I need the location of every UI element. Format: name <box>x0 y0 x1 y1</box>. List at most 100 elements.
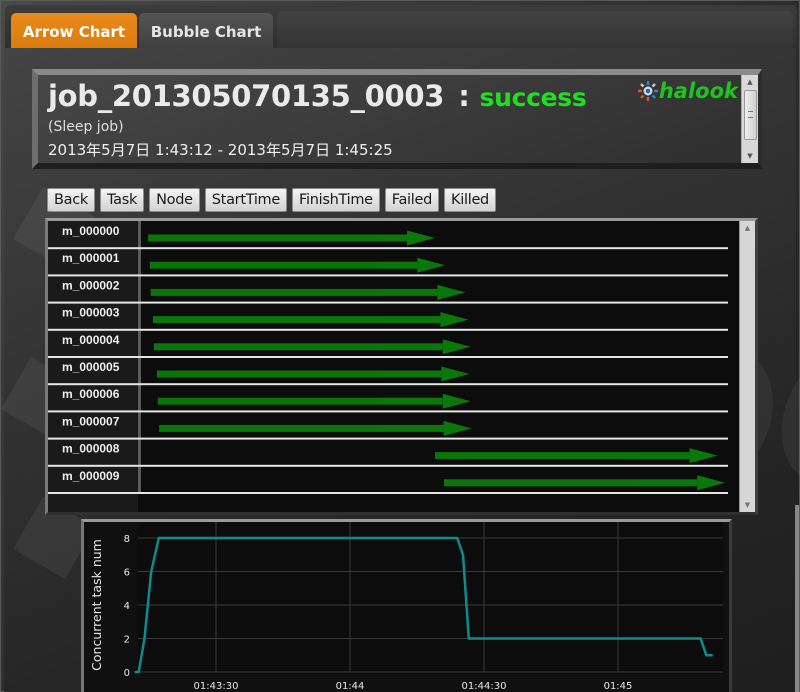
data-point <box>710 654 713 657</box>
tab-bubble-chart[interactable]: Bubble Chart <box>139 13 273 51</box>
arrow-shaft <box>159 424 444 432</box>
sort-finishtime-button[interactable]: FinishTime <box>292 188 380 212</box>
task-arrow <box>152 312 469 328</box>
data-point <box>456 536 459 540</box>
task-label: m_000006 <box>62 387 120 401</box>
task-label: m_000005 <box>62 360 120 374</box>
task-arrow <box>443 475 726 491</box>
row-separator <box>48 301 728 304</box>
arrow-head <box>437 284 466 300</box>
arrow-chart-canvas: m_000000 m_000001 m_000002 m_000003 m_000004… <box>48 221 728 512</box>
row-separator <box>48 464 728 467</box>
job-header-panel: job_201305070135_0003: success (Sleep job… <box>38 75 742 163</box>
scroll-up-arrow-icon[interactable]: ▲ <box>740 221 755 235</box>
task-label: m_000007 <box>62 414 120 428</box>
row-separator <box>48 383 728 386</box>
row-separator <box>48 437 728 440</box>
row-separator <box>48 356 728 358</box>
scroll-down-arrow-icon[interactable]: ▼ <box>740 498 755 512</box>
data-point <box>157 536 161 540</box>
job-status: success <box>479 83 587 112</box>
job-title: job_201305070135_0003: success <box>48 79 587 113</box>
task-arrow <box>156 366 470 382</box>
gear-eye-icon <box>637 81 658 101</box>
sort-task-button[interactable]: Task <box>100 188 145 212</box>
arrow-shaft <box>157 397 443 405</box>
row-separator <box>48 247 728 250</box>
back-button[interactable]: Back <box>47 188 96 212</box>
tab-bar: Arrow Chart Bubble Chart <box>5 5 797 53</box>
window-edge <box>795 505 799 692</box>
halook-logo: halook <box>637 79 738 103</box>
arrow-shaft <box>152 316 441 324</box>
arrow-chart: m_000000 m_000001 m_000002 m_000003 m_000004… <box>45 218 758 515</box>
tab-arrow-chart[interactable]: Arrow Chart <box>11 13 137 51</box>
data-point <box>705 654 708 657</box>
arrow-shaft <box>149 261 418 269</box>
job-header: job_201305070135_0003: success (Sleep job… <box>32 69 762 169</box>
task-arrow <box>148 230 435 246</box>
task-arrow <box>157 393 471 409</box>
row-separator <box>48 274 728 277</box>
arrow-head <box>697 475 726 491</box>
grip-icon <box>748 111 753 118</box>
task-label: m_000003 <box>62 306 120 320</box>
filter-killed-button[interactable]: Killed <box>444 188 496 212</box>
arrow-shaft <box>150 288 438 296</box>
task-arrow <box>153 339 471 355</box>
task-label: m_000008 <box>62 442 120 456</box>
sort-starttime-button[interactable]: StartTime <box>204 188 287 212</box>
x-tick-label: 01:44:30 <box>462 681 507 692</box>
x-tick-label: 01:44 <box>336 681 365 692</box>
header-scrollbar[interactable]: ▲ ▼ <box>741 75 758 163</box>
row-separator <box>48 328 728 331</box>
scroll-up-arrow-icon[interactable]: ▲ <box>742 75 758 89</box>
scrollbar-thumb[interactable] <box>744 90 757 140</box>
y-tick-label: 8 <box>124 534 130 545</box>
data-point <box>699 637 702 640</box>
arrow-shaft <box>153 343 443 351</box>
sort-node-button[interactable]: Node <box>149 188 200 212</box>
x-tick-label: 01:43:30 <box>194 681 239 692</box>
arrow-head <box>441 366 470 382</box>
job-id: job_201305070135_0003 <box>48 79 445 113</box>
job-name: (Sleep job) <box>48 119 124 135</box>
data-point <box>134 670 137 674</box>
y-tick-label: 2 <box>124 635 130 646</box>
data-point <box>150 570 153 573</box>
filter-failed-button[interactable]: Failed <box>384 188 440 212</box>
arrow-head <box>407 230 435 246</box>
arrow-shaft <box>156 370 442 378</box>
data-point <box>461 553 465 556</box>
arrow-head <box>442 339 471 355</box>
arrow-head <box>417 257 446 273</box>
arrow-head <box>442 393 471 409</box>
row-separator <box>48 410 728 413</box>
task-label: m_000009 <box>62 469 120 483</box>
task-label: m_000001 <box>62 251 120 265</box>
arrow-head <box>443 420 472 436</box>
data-point <box>143 637 146 640</box>
arrow-head <box>440 312 469 328</box>
arrow-shaft <box>148 234 407 242</box>
y-tick-label: 6 <box>124 568 130 579</box>
task-label: m_000004 <box>62 333 120 347</box>
data-point <box>467 637 471 640</box>
logo-text: halook <box>658 79 738 103</box>
job-date-range: 2013年5月7日 1:43:12 - 2013年5月7日 1:45:25 <box>48 141 393 159</box>
arrow-shaft <box>443 479 698 487</box>
arrow-head <box>689 448 718 464</box>
scroll-down-arrow-icon[interactable]: ▼ <box>742 149 758 163</box>
y-tick-label: 4 <box>124 601 130 612</box>
data-point <box>137 670 140 674</box>
arrow-shaft <box>435 452 690 460</box>
task-label: m_000000 <box>62 224 120 238</box>
sort-toolbar: Back Task Node StartTime FinishTime Fail… <box>47 188 496 212</box>
concurrency-chart-canvas: 0 2 4 6 8 01:43:30 01:44 01:44:30 01:45 Concurren… <box>89 522 723 692</box>
task-arrow <box>435 448 718 464</box>
title-separator: : <box>458 79 470 113</box>
plot-area <box>138 522 723 674</box>
task-arrow <box>150 284 466 300</box>
y-axis-label: Concurrent task num <box>89 539 104 671</box>
arrow-chart-scrollbar[interactable]: ▲ ▼ <box>739 221 755 512</box>
